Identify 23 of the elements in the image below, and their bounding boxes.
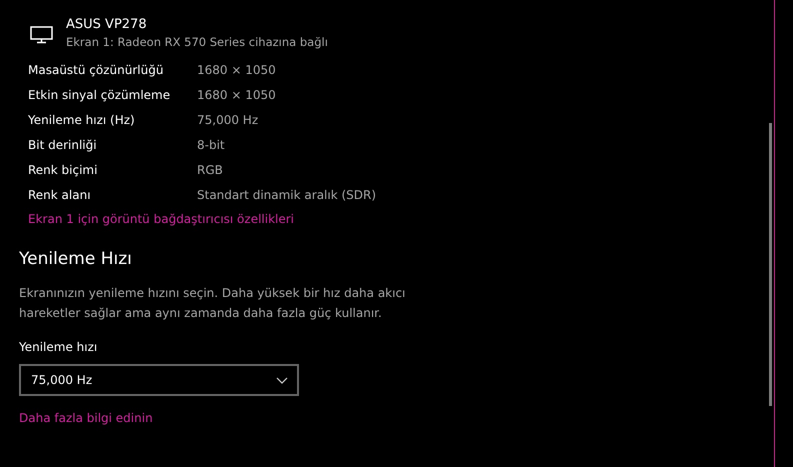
property-label: Bit derinliği — [28, 137, 98, 153]
property-label: Yenileme hızı (Hz) — [28, 112, 136, 128]
property-value: RGB — [197, 162, 224, 178]
property-label: Etkin sinyal çözümleme — [28, 87, 172, 103]
property-value: 8-bit — [197, 137, 226, 153]
property-label: Renk alanı — [28, 187, 92, 203]
chevron-down-icon — [276, 376, 288, 384]
field-label: Yenileme hızı — [19, 340, 98, 354]
adapter-properties-link[interactable]: Ekran 1 için görüntü bağdaştırıcısı özellikleri — [28, 212, 752, 226]
description-text: Ekranınızın yenileme hızını seçin. Daha yüksek bir hız daha akıcı hareketler sağlar ama aynı zamanda daha fazla güç kullanır. — [19, 285, 406, 322]
property-value: 1680 × 1050 — [197, 62, 277, 78]
monitor-icon — [30, 26, 53, 44]
property-value: 1680 × 1050 — [197, 87, 277, 103]
scrollbar[interactable] — [769, 123, 772, 406]
property-label: Masaüstü çözünürlüğü — [28, 62, 164, 78]
refresh-rate-dropdown[interactable]: 75,000 Hz — [19, 364, 299, 396]
more-info-link[interactable]: Daha fazla bilgi edinin — [19, 411, 752, 425]
monitor-name: ASUS VP278 — [66, 17, 148, 32]
property-value: 75,000 Hz — [197, 112, 260, 128]
property-label: Renk biçimi — [28, 162, 98, 178]
property-value: Standart dinamik aralık (SDR) — [197, 187, 378, 203]
section-heading: Yenileme Hızı — [19, 249, 133, 269]
connection-text: Ekran 1: Radeon RX 570 Series cihazına bağlı — [66, 35, 328, 49]
